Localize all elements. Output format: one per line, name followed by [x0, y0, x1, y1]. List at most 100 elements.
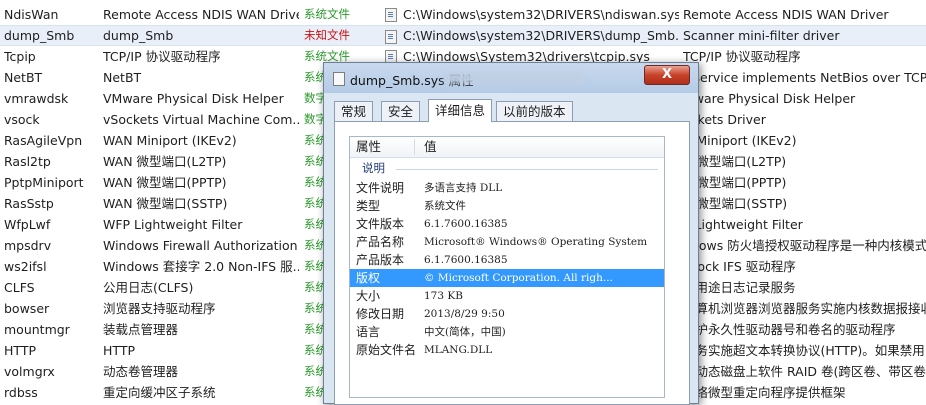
property-value: 2013/8/29 9:50	[424, 308, 505, 320]
property-value: 6.1.7600.16385	[424, 254, 508, 266]
header-value[interactable]: 值	[424, 137, 437, 157]
property-name: 类型	[356, 199, 381, 213]
service-name: Rasl2tp	[4, 154, 51, 169]
description: Mware Physical Disk Helper	[683, 91, 856, 106]
property-value: 系统文件	[424, 200, 466, 212]
display-name: WFP Lightweight Filter	[103, 217, 243, 232]
display-name: 浏览器支持驱动程序	[103, 301, 216, 316]
service-name: mpsdrv	[4, 238, 52, 253]
service-name: NdisWan	[4, 7, 59, 22]
file-path: C:\Windows\system32\DRIVERS\dump_Smb.sys	[403, 28, 679, 43]
list-row[interactable]: dump_Smb dump_Smb 未知文件 C:\Windows\system32\…	[0, 25, 926, 46]
header-divider[interactable]	[414, 139, 415, 155]
close-button[interactable]: X	[644, 65, 690, 85]
property-row[interactable]: 类型 系统文件	[350, 197, 664, 215]
description: 理动态磁盘上软件 RAID 卷(跨区卷、带区卷	[683, 364, 926, 379]
file-icon	[385, 30, 397, 44]
property-row[interactable]: 产品版本 6.1.7600.16385	[350, 251, 664, 269]
property-name: 产品版本	[356, 253, 405, 267]
description: 服务实施超文本转换协议(HTTP)。如果禁用	[683, 343, 925, 358]
file-type: 系统文件	[304, 7, 350, 21]
display-name: WAN 微型端口(PPTP)	[103, 175, 227, 190]
service-name: PptpMiniport	[4, 175, 84, 190]
service-name: Tcpip	[4, 49, 36, 64]
display-name: WAN 微型端口(SSTP)	[103, 196, 228, 211]
description: N Miniport (IKEv2)	[683, 133, 797, 148]
service-name: NetBT	[4, 70, 43, 85]
property-name: 大小	[356, 289, 381, 303]
property-row[interactable]: 版权 © Microsoft Corporation. All righ...	[350, 269, 664, 287]
service-name: RasAgileVpn	[4, 133, 83, 148]
service-name: rdbss	[4, 385, 38, 400]
property-value: 多语言支持 DLL	[424, 182, 503, 194]
property-row[interactable]: 产品名称 Microsoft® Windows® Operating System	[350, 233, 664, 251]
display-name: WAN 微型端口(L2TP)	[103, 154, 227, 169]
display-name: 公用日志(CLFS)	[103, 280, 194, 295]
property-row[interactable]: 语言 中文(简体，中国)	[350, 323, 664, 341]
display-name: VMware Physical Disk Helper	[103, 91, 284, 106]
display-name: Windows 套接字 2.0 Non-IFS 服...	[103, 259, 299, 274]
property-value: © Microsoft Corporation. All righ...	[424, 272, 613, 284]
service-name: HTTP	[4, 343, 36, 358]
description: ndows 防火墙授权驱动程序是一种内核模式	[683, 238, 926, 253]
properties-dialog: dump_Smb.sys 属性 X 常规 安全 详细信息 以前的版本 属性 值 …	[323, 62, 699, 405]
description: nsock IFS 驱动程序	[683, 259, 796, 274]
property-value: Microsoft® Windows® Operating System	[424, 236, 648, 248]
description: TCP/IP 协议驱动程序	[683, 49, 801, 64]
display-name: vSockets Virtual Machine Com...	[103, 112, 299, 127]
file-path: C:\Windows\system32\DRIVERS\ndiswan.sys	[403, 7, 679, 22]
service-name: dump_Smb	[4, 28, 75, 43]
display-name: WAN Miniport (IKEv2)	[103, 133, 237, 148]
dialog-titlebar[interactable]: dump_Smb.sys 属性 X	[324, 63, 698, 93]
property-value: 中文(简体，中国)	[424, 326, 506, 338]
property-row[interactable]: 文件说明 多语言支持 DLL	[350, 179, 664, 197]
property-grid: 属性 值 说明 文件说明 多语言支持 DLL 类型 系统文件文件版本 6.1.7600.…	[349, 136, 665, 398]
property-name: 语言	[356, 325, 381, 339]
property-name: 文件说明	[356, 181, 405, 195]
tab-security[interactable]: 安全	[381, 101, 421, 121]
description: 维护永久性驱动器号和卷名的驱动程序	[683, 322, 896, 337]
service-name: volmgrx	[4, 364, 55, 379]
tab-previous-versions[interactable]: 以前的版本	[496, 101, 573, 121]
display-name: Windows Firewall Authorization ...	[103, 238, 299, 253]
tab-general[interactable]: 常规	[334, 101, 374, 121]
grid-header: 属性 值	[350, 137, 664, 158]
description: Scanner mini-filter driver	[683, 28, 840, 43]
property-value: 6.1.7600.16385	[424, 218, 508, 230]
description: N 微型端口(SSTP)	[683, 196, 788, 211]
service-name: WfpLwf	[4, 217, 51, 232]
service-name: ws2ifsl	[4, 259, 47, 274]
service-name: RasSstp	[4, 196, 54, 211]
description: 计算机浏览器浏览器服务实施内核数据报接收器	[683, 301, 926, 316]
display-name: 装载点管理器	[103, 322, 179, 337]
list-row[interactable]: NdisWan Remote Access NDIS WAN Driver 系统文件…	[0, 4, 926, 25]
description: N 微型端口(L2TP)	[683, 154, 787, 169]
display-name: 动态卷管理器	[103, 364, 179, 379]
description: P Lightweight Filter	[683, 217, 803, 232]
property-name: 修改日期	[356, 307, 405, 321]
property-value: MLANG.DLL	[424, 344, 493, 356]
property-name: 产品名称	[356, 235, 405, 249]
service-name: vsock	[4, 112, 40, 127]
description: Remote Access NDIS WAN Driver	[683, 7, 889, 22]
description: N 微型端口(PPTP)	[683, 175, 787, 190]
property-row[interactable]: 大小 173 KB	[350, 287, 664, 305]
description: s service implements NetBios over TCP	[683, 70, 926, 85]
section-label: 说明	[362, 161, 385, 175]
file-icon	[385, 8, 397, 22]
property-row[interactable]: 原始文件名 MLANG.DLL	[350, 341, 664, 359]
property-row[interactable]: 修改日期 2013/8/29 9:50	[350, 305, 664, 323]
property-row[interactable]: 文件版本 6.1.7600.16385	[350, 215, 664, 233]
display-name: TCP/IP 协议驱动程序	[103, 49, 221, 64]
tab-details[interactable]: 详细信息	[428, 99, 493, 122]
property-value: 173 KB	[424, 290, 463, 302]
service-name: CLFS	[4, 280, 35, 295]
service-name: bowser	[4, 301, 50, 316]
display-name: Remote Access NDIS WAN Driver	[103, 7, 299, 22]
display-name: HTTP	[103, 343, 135, 358]
section-description: 说明	[350, 161, 664, 175]
display-name: 重定向缓冲区子系统	[103, 385, 216, 400]
header-property[interactable]: 属性	[356, 137, 381, 157]
description: 通用途日志记录服务	[683, 280, 796, 295]
display-name: NetBT	[103, 70, 142, 85]
